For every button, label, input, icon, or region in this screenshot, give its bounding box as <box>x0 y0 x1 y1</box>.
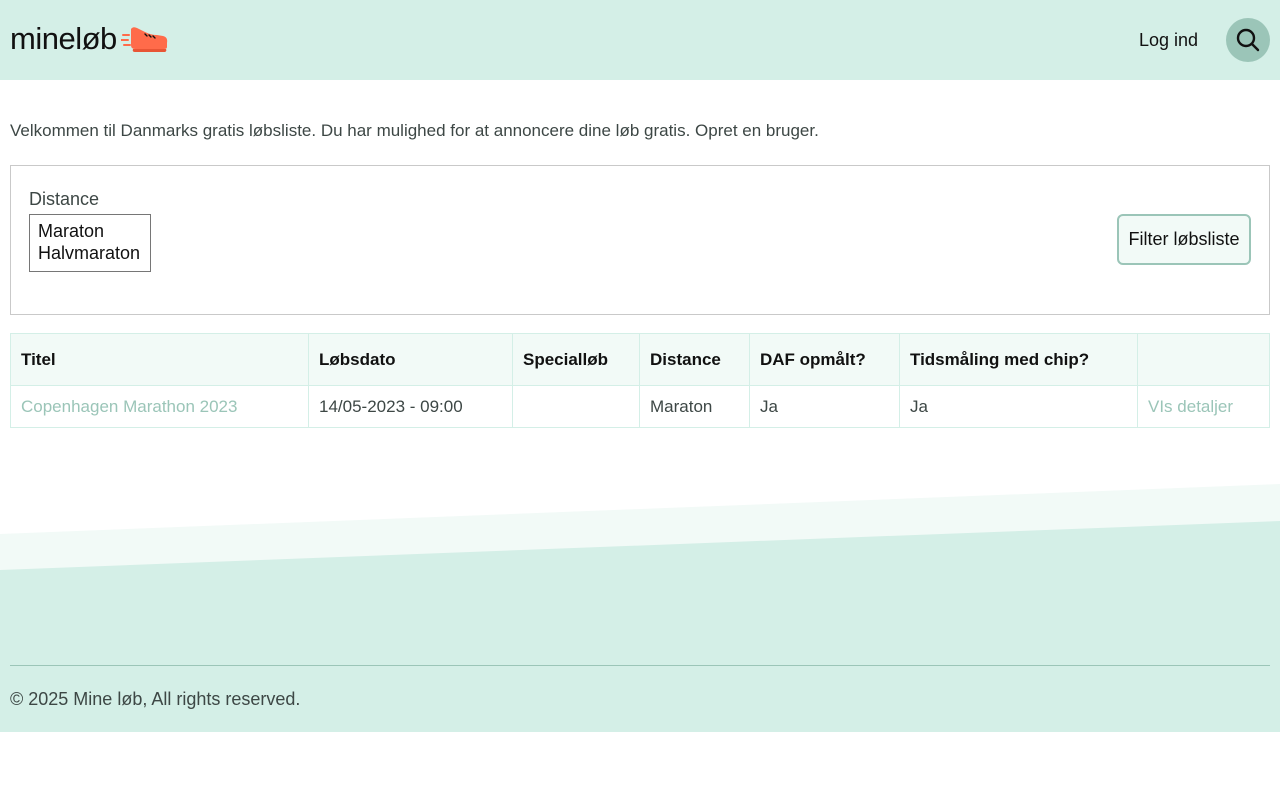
footer-divider <box>10 665 1270 666</box>
cell-chip: Ja <box>899 385 1138 428</box>
site-logo[interactable]: mineløb <box>10 22 169 56</box>
intro-text: Velkommen til Danmarks gratis løbsliste.… <box>10 121 819 140</box>
distance-option-halvmaraton[interactable]: Halvmaraton <box>38 242 142 264</box>
copyright-text: © 2025 Mine løb, All rights reserved. <box>10 689 301 709</box>
column-header-title: Titel <box>10 333 309 386</box>
race-table: Titel Løbsdato Specialløb Distance DAF o… <box>10 333 1270 428</box>
cell-title: Copenhagen Marathon 2023 <box>10 385 309 428</box>
column-header-chip: Tidsmåling med chip? <box>899 333 1138 386</box>
column-header-daf: DAF opmålt? <box>749 333 900 386</box>
cell-actions: VIs detaljer <box>1137 385 1270 428</box>
login-link[interactable]: Log ind <box>1139 29 1198 51</box>
cell-daf: Ja <box>749 385 900 428</box>
table-row: Copenhagen Marathon 2023 14/05-2023 - 09… <box>10 385 1270 428</box>
table-header-row: Titel Løbsdato Specialløb Distance DAF o… <box>10 333 1270 386</box>
cell-date: 14/05-2023 - 09:00 <box>308 385 513 428</box>
cell-special <box>512 385 640 428</box>
logo-text: mineløb <box>10 21 117 56</box>
column-header-actions <box>1137 333 1270 386</box>
search-button[interactable] <box>1226 18 1270 62</box>
view-details-link[interactable]: VIs detaljer <box>1148 397 1233 416</box>
distance-option-maraton[interactable]: Maraton <box>38 220 142 242</box>
distance-label: Distance <box>29 189 100 209</box>
running-shoe-icon <box>120 27 167 52</box>
distance-select[interactable]: Maraton Halvmaraton <box>29 214 151 272</box>
filter-panel: Distance Maraton Halvmaraton Filter løbs… <box>10 165 1270 315</box>
race-title-link[interactable]: Copenhagen Marathon 2023 <box>21 397 237 416</box>
search-icon <box>1236 28 1260 52</box>
site-header: mineløb Log ind <box>0 0 1280 80</box>
cell-distance: Maraton <box>639 385 750 428</box>
filter-button[interactable]: Filter løbsliste <box>1117 214 1251 265</box>
column-header-date: Løbsdato <box>308 333 513 386</box>
column-header-distance: Distance <box>639 333 750 386</box>
column-header-special: Specialløb <box>512 333 640 386</box>
